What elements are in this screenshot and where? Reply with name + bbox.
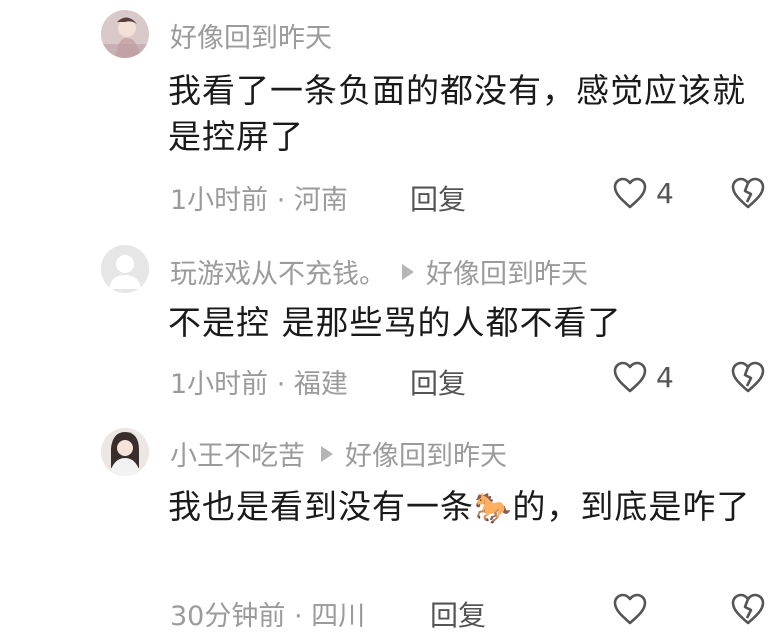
- like-button[interactable]: 4: [612, 360, 674, 394]
- play-triangle-icon: [402, 263, 414, 280]
- horse-emoji: 🐎: [474, 491, 513, 526]
- reply-button[interactable]: 回复: [410, 178, 466, 218]
- comment-username[interactable]: 小王不吃苦 好像回到昨天: [170, 434, 507, 473]
- play-triangle-icon: [321, 445, 333, 462]
- dislike-button[interactable]: [730, 360, 766, 394]
- reply-button[interactable]: 回复: [430, 594, 486, 634]
- comment-text: 我看了一条负面的都没有，感觉应该就是控屏了: [168, 71, 746, 156]
- avatar[interactable]: [101, 10, 149, 58]
- comment-meta: 1小时前 · 河南: [170, 185, 348, 216]
- reply-to-username[interactable]: 好像回到昨天: [345, 434, 507, 473]
- heart-outline-icon: [612, 176, 648, 210]
- dislike-button[interactable]: [730, 592, 766, 626]
- avatar[interactable]: [101, 428, 149, 476]
- dislike-button[interactable]: [730, 176, 766, 210]
- like-count: 4: [656, 360, 674, 394]
- comment-text: 我也是看到没有一条🐎的，到底是咋了: [168, 487, 751, 526]
- comment-meta: 30分钟前 · 四川: [170, 601, 366, 632]
- broken-heart-icon: [730, 360, 766, 394]
- like-count: 4: [656, 176, 674, 210]
- broken-heart-icon: [730, 592, 766, 626]
- reply-button[interactable]: 回复: [410, 362, 466, 402]
- comment-username[interactable]: 玩游戏从不充钱。 好像回到昨天: [170, 252, 588, 291]
- comment-text: 不是控 是那些骂的人都不看了: [168, 303, 622, 342]
- like-button[interactable]: 4: [612, 176, 674, 210]
- comment-meta: 1小时前 · 福建: [170, 369, 348, 400]
- heart-outline-icon: [612, 360, 648, 394]
- comment-username[interactable]: 好像回到昨天: [170, 16, 332, 55]
- heart-outline-icon: [612, 592, 648, 626]
- avatar[interactable]: [101, 245, 149, 293]
- reply-to-username[interactable]: 好像回到昨天: [426, 252, 588, 291]
- broken-heart-icon: [730, 176, 766, 210]
- like-button[interactable]: [612, 592, 656, 626]
